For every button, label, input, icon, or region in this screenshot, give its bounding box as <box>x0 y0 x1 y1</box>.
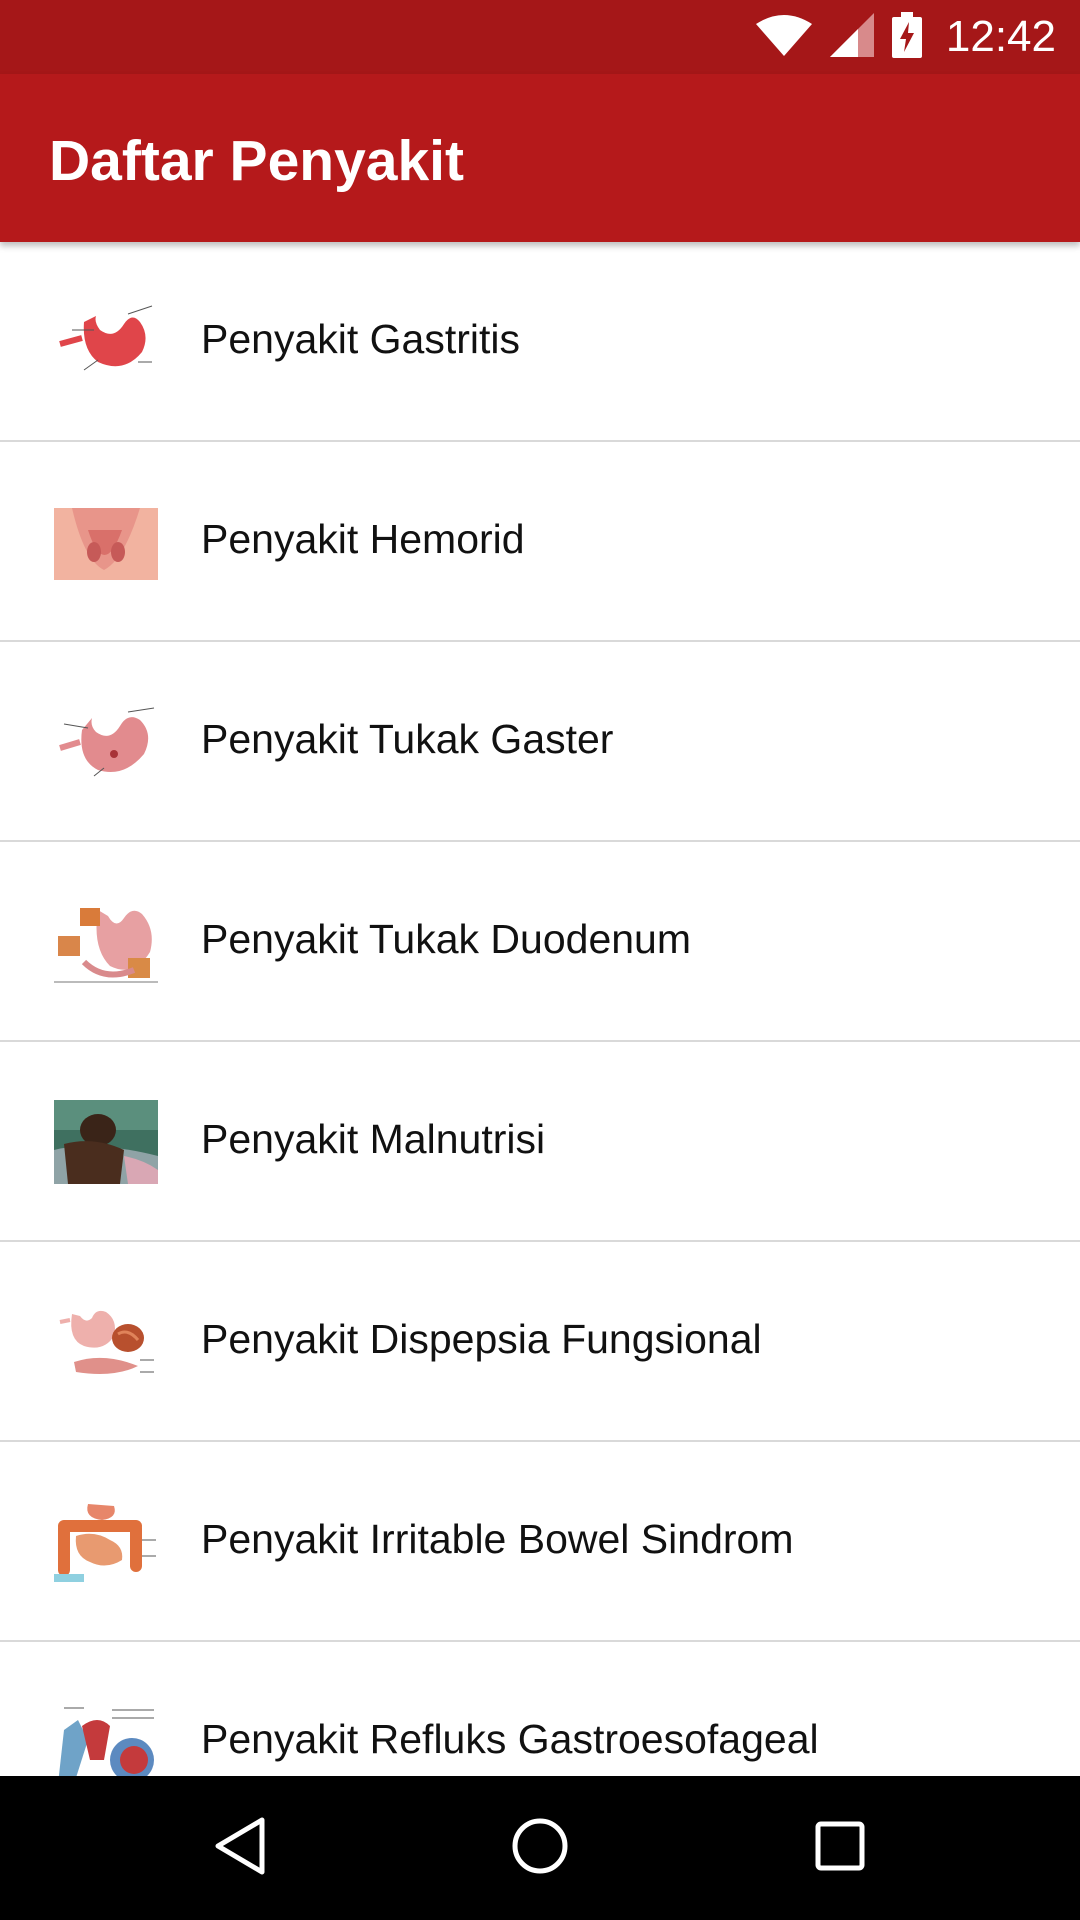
disease-list[interactable]: Penyakit Gastritis Penyakit Hemorid Peny… <box>0 242 1080 1776</box>
battery-charging-icon <box>891 11 922 63</box>
app-bar: Daftar Penyakit <box>0 74 1080 242</box>
list-item-label: Penyakit Tukak Gaster <box>201 716 614 762</box>
gastric-ulcer-diagram-thumbnail <box>54 700 158 784</box>
wifi-icon <box>755 14 812 61</box>
list-item-label: Penyakit Malnutrisi <box>201 1116 546 1162</box>
list-item-label: Penyakit Dispepsia Fungsional <box>201 1316 762 1362</box>
navigation-bar <box>0 1776 1080 1920</box>
home-icon <box>510 1816 570 1881</box>
home-button[interactable] <box>504 1812 576 1884</box>
stomach-diagram-thumbnail <box>54 300 158 384</box>
list-item-label: Penyakit Irritable Bowel Sindrom <box>201 1516 794 1562</box>
list-item[interactable]: Penyakit Gastritis <box>0 242 1080 442</box>
duodenal-ulcer-diagram-thumbnail <box>54 900 158 984</box>
status-time: 12:42 <box>945 12 1056 61</box>
list-item[interactable]: Penyakit Tukak Duodenum <box>0 842 1080 1042</box>
signal-icon <box>829 12 874 62</box>
recents-icon <box>814 1820 866 1877</box>
status-icons: 12:42 <box>755 0 1056 74</box>
back-button[interactable] <box>204 1812 276 1884</box>
page-title: Daftar Penyakit <box>49 129 465 193</box>
reflux-diagram-thumbnail <box>54 1700 158 1776</box>
recents-button[interactable] <box>804 1812 876 1884</box>
status-bar: 12:42 <box>0 0 1080 74</box>
list-item[interactable]: Penyakit Dispepsia Fungsional <box>0 1242 1080 1442</box>
list-item-label: Penyakit Refluks Gastroesofageal <box>201 1716 819 1762</box>
malnutrition-photo-thumbnail <box>54 1100 158 1184</box>
list-item[interactable]: Penyakit Hemorid <box>0 442 1080 642</box>
list-item[interactable]: Penyakit Refluks Gastroesofageal <box>0 1642 1080 1776</box>
dyspepsia-diagram-thumbnail <box>54 1300 158 1384</box>
back-icon <box>212 1816 268 1881</box>
list-item-label: Penyakit Gastritis <box>201 316 520 362</box>
list-item-label: Penyakit Hemorid <box>201 516 525 562</box>
list-item-label: Penyakit Tukak Duodenum <box>201 916 691 962</box>
list-item[interactable]: Penyakit Malnutrisi <box>0 1042 1080 1242</box>
list-item[interactable]: Penyakit Tukak Gaster <box>0 642 1080 842</box>
list-item[interactable]: Penyakit Irritable Bowel Sindrom <box>0 1442 1080 1642</box>
intestine-diagram-thumbnail <box>54 1500 158 1584</box>
hemorrhoid-diagram-thumbnail <box>54 500 158 584</box>
